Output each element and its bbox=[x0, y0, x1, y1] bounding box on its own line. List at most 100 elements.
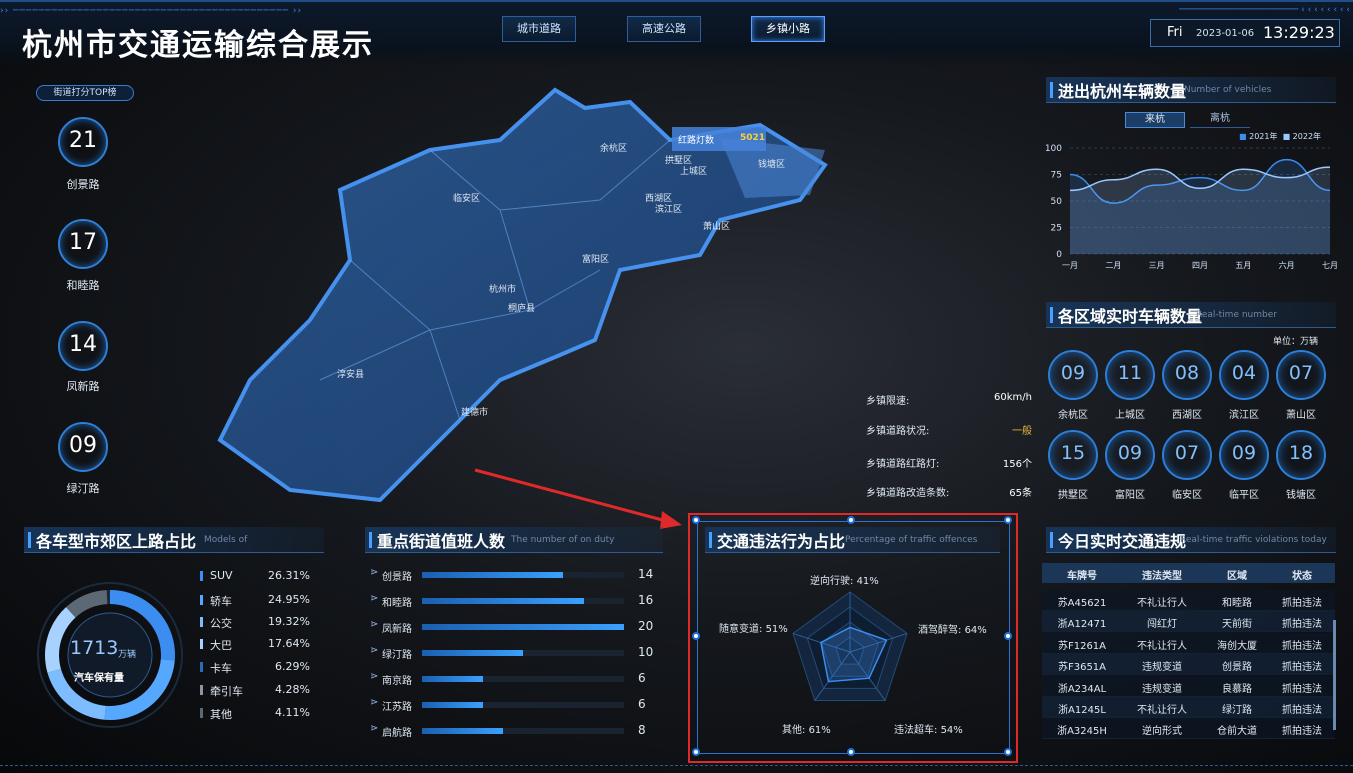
duty-value: 10 bbox=[638, 645, 654, 659]
legend-name: SUV bbox=[210, 569, 233, 582]
table-cell: 海创大厦 bbox=[1217, 640, 1257, 652]
duty-row: ⋗ 和睦路 16 bbox=[370, 593, 660, 609]
legend-row: 牵引车 4.28% bbox=[200, 683, 310, 698]
table-cell: 仓前大道 bbox=[1217, 726, 1257, 738]
y-tick-label: 100 bbox=[1045, 144, 1062, 154]
map-label: 上城区 bbox=[680, 167, 708, 177]
duty-name: 江苏路 bbox=[382, 702, 412, 713]
duty-row: ⋗ 江苏路 6 bbox=[370, 697, 660, 713]
col-type: 违法类型 bbox=[1142, 571, 1182, 582]
table-cell: 闯红灯 bbox=[1147, 619, 1177, 631]
duty-name: 创景路 bbox=[382, 572, 412, 583]
table-cell: 浙A1245L bbox=[1058, 705, 1106, 716]
rank-label: 创景路 bbox=[66, 178, 100, 191]
legend-name: 卡车 bbox=[210, 662, 232, 675]
y-tick-label: 75 bbox=[1051, 171, 1062, 181]
resize-handle[interactable] bbox=[1004, 516, 1012, 524]
map-label: 滨江区 bbox=[655, 205, 683, 215]
nav-highways[interactable]: 高速公路 bbox=[627, 16, 701, 42]
x-tick-label: 二月 bbox=[1105, 261, 1121, 270]
table-cell: 抓拍违法 bbox=[1282, 683, 1322, 695]
region-value: 15 bbox=[1060, 442, 1086, 464]
table-row[interactable]: 浙A3245H 逆向形式 仓前大道 抓拍违法 bbox=[1042, 718, 1335, 740]
rank-circle-4: 09 bbox=[58, 422, 108, 472]
tooltip-value: 5021 bbox=[740, 133, 766, 143]
x-tick-label: 七月 bbox=[1322, 261, 1338, 270]
table-row[interactable]: 苏F1261A 不礼让行人 海创大厦 抓拍违法 bbox=[1042, 632, 1335, 654]
legend-name: 牵引车 bbox=[210, 685, 243, 698]
col-plate: 车牌号 bbox=[1067, 571, 1097, 582]
bottom-deco bbox=[0, 765, 1353, 767]
resize-handle[interactable] bbox=[1004, 748, 1012, 756]
x-tick-label: 五月 bbox=[1235, 261, 1251, 270]
nav-city-roads[interactable]: 城市道路 bbox=[502, 16, 576, 42]
tab-outgoing[interactable]: 离杭 bbox=[1190, 112, 1250, 128]
nav-township-roads[interactable]: 乡镇小路 bbox=[751, 16, 825, 42]
region-label: 钱塘区 bbox=[1286, 490, 1316, 501]
col-area: 区域 bbox=[1227, 571, 1247, 582]
map-label: 建德市 bbox=[461, 408, 489, 418]
table-row[interactable]: 浙A1245L 不礼让行人 绿汀路 抓拍违法 bbox=[1042, 697, 1335, 718]
rank-value: 14 bbox=[69, 332, 97, 357]
table-row[interactable]: 浙A12471 闯红灯 天前街 抓拍违法 bbox=[1042, 611, 1335, 633]
legend-value: 6.29% bbox=[275, 660, 310, 673]
panel-subtitle: Models of bbox=[204, 535, 248, 545]
resize-handle[interactable] bbox=[847, 516, 855, 524]
radar-label-name: 其他: bbox=[782, 725, 806, 736]
map-label: 淳安县 bbox=[337, 370, 365, 380]
table-cell: 逆向形式 bbox=[1142, 726, 1182, 738]
radar-label-value: 61% bbox=[808, 725, 831, 736]
x-tick-label: 三月 bbox=[1149, 261, 1165, 270]
rank-circle-3: 14 bbox=[58, 321, 108, 371]
region-value: 09 bbox=[1231, 442, 1257, 464]
legend-row: 其他 4.11% bbox=[200, 706, 310, 721]
panel-title: 今日实时交通违规 bbox=[1058, 532, 1187, 551]
arrow-icon: ⋗ bbox=[370, 593, 379, 604]
x-tick-label: 六月 bbox=[1279, 260, 1295, 270]
road-info-value: 156个 bbox=[1002, 459, 1032, 470]
rank-tag[interactable]: 街道打分TOP榜 bbox=[36, 85, 134, 101]
violations-scrollbar[interactable] bbox=[1333, 620, 1336, 730]
table-row[interactable]: 苏A45621 不礼让行人 和睦路 抓拍违法 bbox=[1042, 590, 1335, 611]
region-label: 萧山区 bbox=[1286, 410, 1316, 421]
duty-bar bbox=[422, 572, 564, 578]
table-cell: 违规变道 bbox=[1142, 683, 1182, 695]
page-title: 杭州市交通运输综合展示 bbox=[22, 28, 374, 63]
table-cell: 浙A234AL bbox=[1057, 683, 1107, 695]
rank-value: 17 bbox=[69, 230, 97, 255]
table-row[interactable]: 浙A234AL 违规变道 良慕路 抓拍违法 bbox=[1042, 675, 1335, 697]
road-info-row: 乡镇道路红路灯: 156个 bbox=[866, 455, 1032, 470]
header-deco-left: ›› ─────────────────────────────────────… bbox=[0, 6, 303, 16]
rank-label: 绿汀路 bbox=[66, 482, 100, 495]
road-info-row: 乡镇道路改造条数: 65条 bbox=[866, 484, 1032, 499]
y-tick-label: 25 bbox=[1051, 224, 1062, 234]
table-row[interactable]: 苏F3651A 违规变道 创景路 抓拍违法 bbox=[1042, 654, 1335, 676]
panel-title: 各车型市郊区上路占比 bbox=[36, 532, 197, 551]
rank-value: 21 bbox=[69, 128, 97, 153]
header-deco-right: ────────────────────── ‹ ‹ ‹ ‹ ‹ ‹ ‹ ‹ bbox=[1179, 5, 1350, 15]
duty-value: 20 bbox=[638, 619, 654, 633]
legend-value: 19.32% bbox=[268, 615, 310, 628]
table-cell: 违规变道 bbox=[1142, 662, 1182, 674]
duty-value: 6 bbox=[638, 671, 646, 685]
road-info-name: 乡镇道路改造条数: bbox=[866, 488, 950, 499]
resize-handle[interactable] bbox=[692, 632, 700, 640]
region-value: 07 bbox=[1288, 362, 1314, 384]
vehicles-line-chart: 0 25 50 75 100 一月 二月 三月 四月 五月 六月 七月 bbox=[1045, 144, 1338, 270]
clock-box: Fri 2023-01-06 13:29:23 bbox=[1150, 19, 1340, 47]
region-circle: 15 bbox=[1048, 430, 1098, 480]
resize-handle[interactable] bbox=[1004, 632, 1012, 640]
table-cell: 天前街 bbox=[1222, 619, 1252, 631]
tab-incoming[interactable]: 来杭 bbox=[1125, 112, 1185, 128]
road-info-row: 乡镇道路状况: 一般 bbox=[866, 422, 1032, 437]
road-info-value: 一般 bbox=[1012, 426, 1032, 437]
y-tick-label: 0 bbox=[1056, 250, 1062, 260]
table-cell: 抓拍违法 bbox=[1282, 640, 1322, 652]
resize-handle[interactable] bbox=[692, 748, 700, 756]
map-tooltip: 红路灯数 5021 bbox=[672, 127, 766, 151]
arrow-icon: ⋗ bbox=[370, 671, 379, 682]
resize-handle[interactable] bbox=[847, 748, 855, 756]
resize-handle[interactable] bbox=[692, 516, 700, 524]
table-cell: 抓拍违法 bbox=[1282, 705, 1322, 716]
map-label: 临安区 bbox=[453, 194, 481, 204]
